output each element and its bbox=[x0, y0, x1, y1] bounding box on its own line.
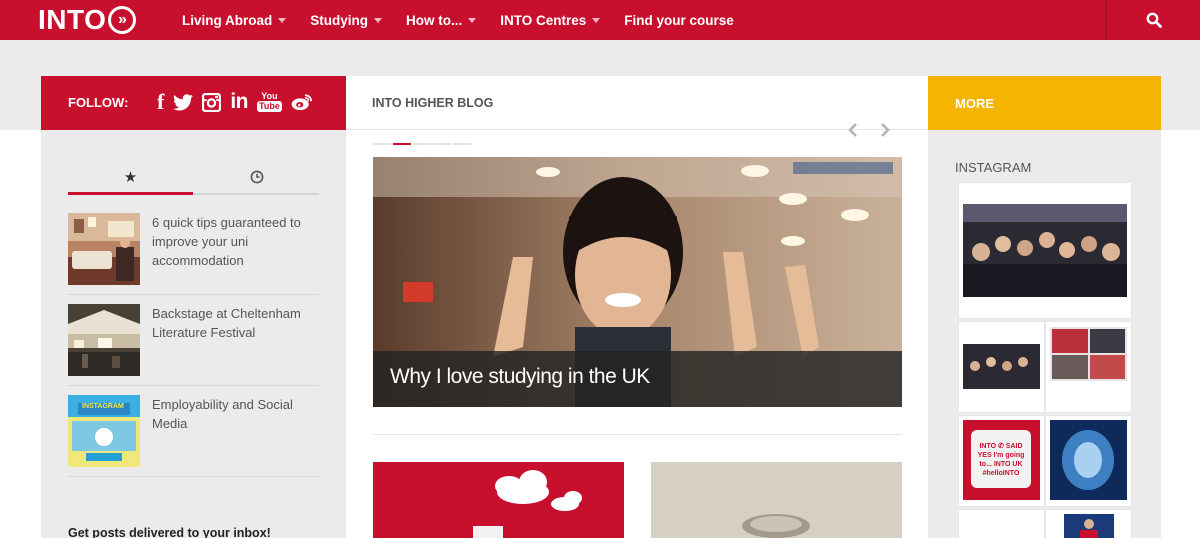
tab-recent[interactable] bbox=[194, 160, 319, 194]
instagram-image bbox=[963, 204, 1127, 297]
chevron-left-icon bbox=[848, 123, 857, 137]
youtube-icon[interactable]: You Tube bbox=[257, 90, 282, 114]
subscribe-heading: Get posts delivered to your inbox! bbox=[68, 526, 271, 538]
blog-title: INTO HIGHER BLOG bbox=[372, 96, 494, 110]
slider-dot-active[interactable] bbox=[393, 143, 411, 145]
sidebar-post[interactable]: INSTAGRAM Employability and Social Media bbox=[68, 395, 319, 467]
blog-header: INTO HIGHER BLOG bbox=[346, 76, 928, 137]
right-sidebar: INSTAGRAM INTO ✆ SAID YES I'm going to..… bbox=[928, 130, 1161, 538]
follow-bar: FOLLOW: f in You Tube bbox=[41, 76, 346, 130]
blog-card[interactable] bbox=[651, 462, 902, 538]
instagram-image: INTO ✆ SAID YES I'm going to... INTO UK … bbox=[963, 420, 1040, 500]
sidebar-post[interactable]: 6 quick tips guaranteed to improve your … bbox=[68, 213, 319, 285]
slider-dot[interactable] bbox=[413, 143, 431, 145]
slider-next-button[interactable] bbox=[875, 120, 895, 140]
youtube-icon-bottom: Tube bbox=[257, 101, 282, 112]
hero-slide[interactable]: Why I love studying in the UK bbox=[373, 157, 902, 407]
caret-down-icon bbox=[468, 18, 477, 23]
nav-item-studying[interactable]: Studying bbox=[310, 13, 382, 28]
instagram-post[interactable] bbox=[1046, 510, 1131, 538]
divider bbox=[373, 434, 902, 435]
more-label: MORE bbox=[955, 96, 994, 111]
nav-item-label: INTO Centres bbox=[500, 12, 587, 28]
logo-arrow-icon: » bbox=[108, 6, 137, 34]
twitter-icon[interactable] bbox=[173, 90, 194, 114]
more-bar[interactable]: MORE bbox=[928, 76, 1161, 130]
linkedin-icon[interactable]: in bbox=[230, 90, 248, 114]
caret-down-icon bbox=[592, 18, 601, 23]
slider-prev-button[interactable] bbox=[843, 120, 863, 140]
instagram-tile-caption: INTO ✆ SAID YES I'm going to... INTO UK … bbox=[977, 443, 1025, 477]
weibo-icon[interactable] bbox=[291, 90, 313, 114]
search-icon bbox=[1146, 12, 1162, 28]
post-title: Backstage at Cheltenham Literature Festi… bbox=[152, 306, 301, 340]
post-title: Employability and Social Media bbox=[152, 397, 293, 431]
slider-dot[interactable] bbox=[373, 143, 391, 145]
instagram-post[interactable] bbox=[1046, 416, 1131, 506]
blog-card[interactable] bbox=[373, 462, 624, 538]
nav-item-label: Find your course bbox=[624, 12, 734, 28]
nav-item-living-abroad[interactable]: Living Abroad bbox=[182, 12, 287, 28]
divider bbox=[68, 385, 319, 386]
main-nav: Living Abroad Studying How to... INTO Ce… bbox=[182, 0, 758, 40]
instagram-post[interactable] bbox=[1046, 322, 1131, 412]
search-button[interactable] bbox=[1106, 0, 1200, 40]
into-logo[interactable]: INTO » bbox=[38, 4, 137, 35]
hero-caption: Why I love studying in the UK bbox=[390, 365, 650, 388]
instagram-post[interactable] bbox=[959, 322, 1044, 412]
card-image bbox=[473, 470, 582, 538]
divider bbox=[68, 294, 319, 295]
logo-text: INTO bbox=[38, 4, 107, 35]
post-thumbnail bbox=[68, 213, 140, 285]
social-icons: f in You Tube bbox=[157, 89, 322, 114]
instagram-image bbox=[963, 344, 1040, 389]
post-thumbnail: INSTAGRAM bbox=[68, 395, 140, 467]
hero-caption-bar: Why I love studying in the UK bbox=[373, 351, 902, 407]
instagram-heading: INSTAGRAM bbox=[955, 160, 1032, 175]
instagram-image bbox=[1064, 514, 1114, 538]
top-navigation-bar: INTO » Living Abroad Studying How to... … bbox=[0, 0, 1200, 40]
post-title: 6 quick tips guaranteed to improve your … bbox=[152, 215, 301, 268]
thumb-overlay-text: INSTAGRAM bbox=[82, 403, 124, 410]
instagram-post[interactable]: INTO ✆ SAID YES I'm going to... INTO UK … bbox=[959, 416, 1044, 506]
tab-active-indicator bbox=[68, 192, 193, 195]
left-sidebar: ★ 6 quick tips guaranteed to improve you… bbox=[41, 130, 346, 538]
facebook-icon[interactable]: f bbox=[157, 89, 164, 114]
tab-popular[interactable]: ★ bbox=[68, 160, 193, 194]
follow-label: FOLLOW: bbox=[68, 95, 129, 110]
clock-icon bbox=[250, 170, 263, 184]
star-icon: ★ bbox=[123, 169, 138, 186]
card-image bbox=[651, 462, 902, 538]
nav-item-label: How to... bbox=[406, 12, 463, 28]
sidebar-tabs: ★ bbox=[68, 160, 319, 196]
chevron-right-icon bbox=[881, 123, 890, 137]
instagram-image bbox=[1050, 327, 1127, 381]
sidebar-post[interactable]: Backstage at Cheltenham Literature Festi… bbox=[68, 304, 319, 376]
instagram-icon[interactable] bbox=[202, 90, 222, 114]
slider-dot[interactable] bbox=[433, 143, 451, 145]
instagram-post[interactable] bbox=[959, 183, 1131, 318]
caret-down-icon bbox=[278, 18, 287, 23]
nav-item-find-your-course[interactable]: Find your course bbox=[624, 13, 734, 28]
nav-item-label: Living Abroad bbox=[182, 12, 273, 28]
divider bbox=[68, 476, 319, 477]
nav-item-label: Studying bbox=[310, 12, 368, 28]
post-thumbnail bbox=[68, 304, 140, 376]
youtube-icon-top: You bbox=[261, 91, 278, 101]
caret-down-icon bbox=[374, 18, 382, 23]
nav-item-into-centres[interactable]: INTO Centres bbox=[500, 12, 601, 28]
slider-dot[interactable] bbox=[453, 143, 471, 145]
instagram-post[interactable] bbox=[959, 510, 1044, 538]
slider-pagination bbox=[373, 143, 473, 145]
instagram-image bbox=[1050, 420, 1127, 500]
nav-item-how-to[interactable]: How to... bbox=[406, 12, 477, 28]
